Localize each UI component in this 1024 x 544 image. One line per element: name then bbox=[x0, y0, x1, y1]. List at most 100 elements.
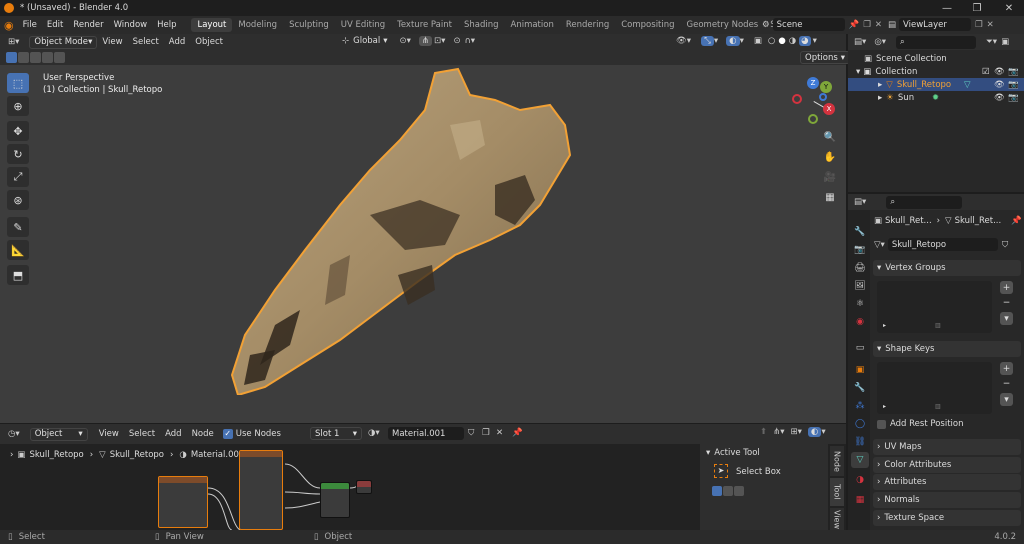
perspective-toggle-icon[interactable]: ▦ bbox=[822, 189, 838, 205]
list-expand-icon[interactable]: ▸ bbox=[883, 403, 886, 410]
properties-search-input[interactable]: ⌕ bbox=[886, 195, 963, 209]
viewport-menu-add[interactable]: Add bbox=[164, 37, 190, 47]
expand-arrow-icon[interactable]: ▾ bbox=[856, 67, 860, 77]
outliner-editor-type-icon[interactable]: ▤▾ bbox=[854, 37, 866, 47]
color-attributes-panel-header[interactable]: › Color Attributes bbox=[873, 457, 1021, 473]
gizmo-z-axis[interactable]: Z bbox=[807, 77, 819, 89]
pin-scene-icon[interactable]: 📌 bbox=[849, 20, 860, 30]
menu-help[interactable]: Help bbox=[152, 20, 181, 30]
scene-tab-icon[interactable]: ⚛ bbox=[851, 296, 869, 312]
modifier-tab-icon[interactable]: 🔧 bbox=[851, 380, 869, 396]
transform-tool[interactable]: ⊛ bbox=[7, 190, 29, 210]
pin-icon[interactable]: 📌 bbox=[1011, 216, 1022, 226]
node-menu-add[interactable]: Add bbox=[160, 429, 186, 439]
node-menu-view[interactable]: View bbox=[94, 429, 124, 439]
fake-user-icon[interactable]: ⛉ bbox=[468, 428, 474, 438]
cursor-tool[interactable]: ⊕ bbox=[7, 96, 29, 116]
shader-type-dropdown[interactable]: Object ▾ bbox=[29, 427, 88, 441]
move-tool[interactable]: ✥ bbox=[7, 121, 29, 141]
mesh-name-field[interactable]: Skull_Retopo bbox=[887, 238, 998, 251]
vertex-group-specials-button[interactable]: ▾ bbox=[1000, 312, 1013, 325]
tab-animation[interactable]: Animation bbox=[505, 18, 560, 32]
tab-modeling[interactable]: Modeling bbox=[232, 18, 283, 32]
output-tab-icon[interactable]: 🖨 bbox=[851, 260, 869, 276]
collection-tab-icon[interactable]: ▭ bbox=[851, 340, 869, 356]
scale-tool[interactable]: ⤢ bbox=[7, 167, 29, 187]
eye-icon[interactable]: 👁 bbox=[994, 67, 1005, 77]
rotate-tool[interactable]: ↻ bbox=[7, 144, 29, 164]
material-tab-icon[interactable]: ◑ bbox=[851, 472, 869, 488]
material-name-field[interactable]: Material.001 bbox=[388, 427, 464, 440]
gizmo-toggle-icon[interactable]: ⤡ bbox=[701, 36, 714, 46]
shape-keys-panel-header[interactable]: ▾ Shape Keys bbox=[873, 341, 1021, 357]
add-vertex-group-button[interactable]: + bbox=[1000, 281, 1013, 294]
delete-scene-icon[interactable]: ✕ bbox=[875, 20, 882, 30]
texture-tab-icon[interactable]: ▦ bbox=[851, 492, 869, 508]
node-overlay-icon[interactable]: ◐ bbox=[807, 427, 822, 437]
select-mode-extend-icon[interactable] bbox=[18, 52, 29, 63]
shading-wireframe-icon[interactable]: ○ bbox=[768, 36, 775, 46]
gizmo-x-axis[interactable]: X bbox=[823, 103, 835, 115]
vertex-groups-panel-header[interactable]: ▾ Vertex Groups bbox=[873, 260, 1021, 276]
node-editor-canvas[interactable]: › ▣ Skull_Retopo › ▽ Skull_Retopo › ◑ Ma… bbox=[0, 444, 846, 530]
pan-hand-icon[interactable]: ✋ bbox=[822, 149, 838, 165]
outliner-row-scene-collection[interactable]: ▣ Scene Collection bbox=[848, 52, 1024, 65]
tab-sculpting[interactable]: Sculpting bbox=[283, 18, 335, 32]
physics-tab-icon[interactable]: ◯ bbox=[851, 416, 869, 432]
image-texture-node[interactable] bbox=[158, 476, 208, 528]
tab-texture-paint[interactable]: Texture Paint bbox=[391, 18, 458, 32]
3d-viewport[interactable]: User Perspective (1) Collection | Skull_… bbox=[0, 65, 846, 423]
node-overlay-dropdown-icon[interactable]: ▾ bbox=[821, 427, 825, 437]
render-tab-icon[interactable]: 📷 bbox=[851, 242, 869, 258]
node-editor-type-icon[interactable]: ◷▾ bbox=[8, 429, 20, 439]
node-menu-node[interactable]: Node bbox=[187, 429, 219, 439]
annotate-tool[interactable]: ✎ bbox=[7, 217, 29, 237]
tab-view[interactable]: View bbox=[830, 508, 844, 530]
gizmo-neg-y-axis[interactable] bbox=[808, 114, 818, 124]
snap-target-icon[interactable]: ⊡▾ bbox=[434, 36, 445, 46]
tab-rendering[interactable]: Rendering bbox=[560, 18, 615, 32]
zoom-icon[interactable]: 🔍 bbox=[822, 129, 838, 145]
list-resize-grip-icon[interactable]: ▥ bbox=[935, 322, 941, 329]
select-mode-new-icon[interactable] bbox=[6, 52, 17, 63]
xray-icon[interactable]: ▣ bbox=[754, 36, 762, 46]
eye-icon[interactable]: 👁 bbox=[994, 93, 1005, 103]
properties-editor-type-icon[interactable]: ▤▾ bbox=[854, 197, 866, 207]
snap-icon[interactable]: ⋔ bbox=[418, 36, 433, 46]
texture-space-panel-header[interactable]: › Texture Space bbox=[873, 510, 1021, 526]
proportional-edit-icon[interactable]: ⊙ bbox=[453, 36, 460, 46]
maximize-button[interactable]: ❐ bbox=[962, 0, 992, 16]
constraints-tab-icon[interactable]: ⛓ bbox=[851, 434, 869, 450]
visibility-icon[interactable]: 👁▾ bbox=[676, 36, 691, 46]
pivot-point-icon[interactable]: ⊙▾ bbox=[400, 36, 411, 46]
scene-field[interactable]: Scene bbox=[772, 18, 845, 31]
node-snap-target-icon[interactable]: ⊞▾ bbox=[791, 427, 802, 437]
snap-node-icon[interactable]: ⋔▾ bbox=[773, 427, 784, 437]
fake-user-icon[interactable]: ⛉ bbox=[1002, 240, 1008, 250]
overlay-toggle-icon[interactable]: ◐ bbox=[726, 36, 740, 46]
navigation-gizmo[interactable]: Y Z X bbox=[790, 77, 840, 127]
falloff-icon[interactable]: ∩▾ bbox=[465, 36, 476, 46]
camera-icon[interactable]: 📷 bbox=[1008, 80, 1019, 90]
mode-extend-icon[interactable] bbox=[723, 486, 733, 496]
panel-collapse-icon[interactable]: ▾ bbox=[706, 448, 710, 458]
view-layer-tab-icon[interactable]: 🖼 bbox=[851, 278, 869, 294]
mesh-data-tab-icon[interactable]: ▽ bbox=[851, 452, 869, 468]
menu-edit[interactable]: Edit bbox=[42, 20, 68, 30]
unlink-material-icon[interactable]: ✕ bbox=[496, 428, 503, 438]
add-rest-position-checkbox[interactable] bbox=[877, 419, 886, 429]
remove-shape-key-button[interactable]: − bbox=[1000, 377, 1013, 390]
expand-arrow-icon[interactable]: ▸ bbox=[878, 93, 882, 103]
duplicate-material-icon[interactable]: ❐ bbox=[482, 428, 490, 438]
attributes-panel-header[interactable]: › Attributes bbox=[873, 474, 1021, 490]
add-cube-tool[interactable]: ⬒ bbox=[7, 265, 29, 285]
outliner-row-collection[interactable]: ▾ ▣ Collection ☑ 👁 📷 bbox=[848, 65, 1024, 78]
normals-panel-header[interactable]: › Normals bbox=[873, 492, 1021, 508]
material-browse-icon[interactable]: ◑▾ bbox=[368, 428, 380, 438]
editor-type-icon[interactable]: ⊞▾ bbox=[8, 37, 19, 47]
image-texture-node-2[interactable] bbox=[239, 450, 283, 530]
camera-icon[interactable]: 📷 bbox=[1008, 93, 1019, 103]
tab-uv-editing[interactable]: UV Editing bbox=[335, 18, 391, 32]
shading-material-icon[interactable]: ◑ bbox=[789, 36, 796, 46]
close-button[interactable]: ✕ bbox=[994, 0, 1024, 16]
